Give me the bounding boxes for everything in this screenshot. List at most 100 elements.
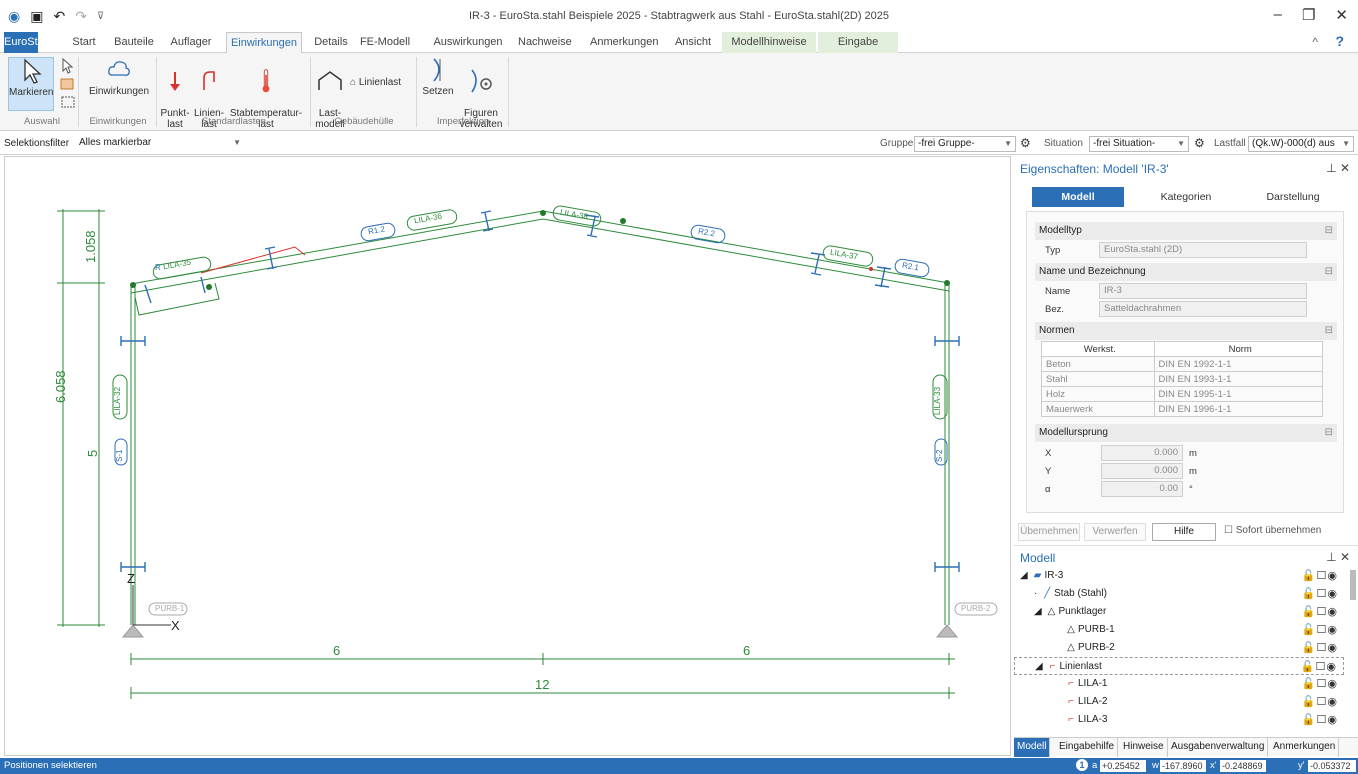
einwirkungen-button[interactable]: Einwirkungen [86,57,152,97]
table-row[interactable]: Beton DIN EN 1992-1-1 [1041,356,1323,372]
linienlast-gebaeude-button[interactable]: ⌂ Linienlast [350,77,410,88]
x-unit: m [1189,448,1197,459]
table-row[interactable]: Stahl DIN EN 1993-1-1 [1041,371,1323,387]
tree-item-lila2[interactable]: ⌐ LILA-2 🔓☐◉ [1014,693,1344,711]
tab-kategorien[interactable]: Kategorien [1146,187,1226,207]
select-mode-icons[interactable] [58,57,78,116]
uebernehmen-button[interactable]: Übernehmen [1018,523,1080,541]
btab-ausgabenverwaltung[interactable]: Ausgabenverwaltung [1168,738,1269,757]
tree-item-purb2[interactable]: △ PURB-2 🔓☐◉ [1014,639,1344,657]
collapse-icon[interactable]: ⊟ [1325,222,1333,240]
tree-scrollbar[interactable] [1350,570,1356,600]
hilfe-button[interactable]: Hilfe [1152,523,1216,541]
tab-anmerkungen[interactable]: Anmerkungen [590,32,659,53]
btab-hinweise[interactable]: Hinweise [1120,738,1168,757]
tab-auflager[interactable]: Auflager [168,32,214,53]
status-x-value: -0.248869 [1220,760,1266,772]
tree-item-lila3[interactable]: ⌐ LILA-3 🔓☐◉ [1014,711,1344,729]
sofort-uebernehmen-checkbox[interactable]: ☐ Sofort übernehmen [1224,525,1321,536]
tree-item-linienlast[interactable]: ◢ ⌐ Linienlast 🔓☐◉ [1014,657,1344,675]
visibility-icons[interactable]: 🔓☐◉ [1302,585,1338,603]
bez-field[interactable]: Satteldachrahmen [1099,301,1307,317]
status-text: Positionen selektieren [4,760,97,771]
verwerfen-button[interactable]: Verwerfen [1084,523,1146,541]
tree-item-ir3[interactable]: ◢ ▰ IR-3 🔓☐◉ [1014,567,1344,585]
tree-item-purb1[interactable]: △ PURB-1 🔓☐◉ [1014,621,1344,639]
tag-s-2[interactable]: S-2 [935,450,944,462]
tab-eurosta[interactable]: EuroSta [4,32,44,53]
tag-s-1[interactable]: S-1 [115,450,124,462]
visibility-icons[interactable]: 🔓☐◉ [1302,693,1338,711]
tag-lila-32[interactable]: LILA-32 [113,387,122,415]
tree-item-stab[interactable]: · ╱ Stab (Stahl) 🔓☐◉ [1014,585,1344,603]
close-button[interactable]: ✕ [1335,6,1348,24]
visibility-icons[interactable]: 🔓☐◉ [1302,603,1338,621]
info-icon[interactable]: 1 [1076,759,1088,771]
setzen-label: Setzen [422,86,454,97]
btab-anmerkungen[interactable]: Anmerkungen [1270,738,1340,757]
btab-modell[interactable]: Modell [1014,738,1051,757]
pin-icon[interactable]: ⊥ ✕ [1326,550,1350,564]
restore-button[interactable]: ❐ [1302,6,1315,24]
tab-modell[interactable]: Modell [1032,187,1124,207]
table-row[interactable]: Mauerwerk DIN EN 1996-1-1 [1041,401,1323,417]
tag-r[interactable]: R [155,263,161,272]
tab-bauteile[interactable]: Bauteile [112,32,156,53]
section-ursprung[interactable]: Modellursprung ⊟ [1035,424,1337,442]
tag-lila-33[interactable]: LILA-33 [933,387,942,415]
collapse-icon[interactable]: ⊟ [1325,322,1333,340]
tab-fe-modell[interactable]: FE-Modell [356,32,414,53]
tab-details[interactable]: Details [312,32,350,53]
y-field[interactable]: 0.000 [1101,463,1183,479]
situation-select[interactable]: -frei Situation- ▼ [1089,136,1189,152]
normen-cell: Beton [1041,356,1155,372]
gruppe-select[interactable]: -frei Gruppe- ▼ [914,136,1016,152]
situation-label: Situation [1044,138,1083,149]
right-rafter [542,210,950,284]
tag-purb-2[interactable]: PURB-2 [961,604,990,613]
tree-item-punktlager[interactable]: ◢ △ Punktlager 🔓☐◉ [1014,603,1344,621]
tab-eingabe[interactable]: Eingabe [818,32,898,53]
pin-icon[interactable]: ⊥ ✕ [1326,161,1350,175]
situation-settings-icon[interactable]: ⚙ [1194,136,1205,150]
gruppe-settings-icon[interactable]: ⚙ [1020,136,1031,150]
tab-auswirkungen[interactable]: Auswirkungen [432,32,504,53]
setzen-button[interactable]: Setzen [420,57,456,97]
collapse-icon[interactable]: ⊟ [1325,263,1333,281]
tree-item-label: Linienlast [1059,661,1102,672]
lastfall-select[interactable]: (Qk.W)-000(d) aus ▼ [1248,136,1354,152]
table-row[interactable]: Holz DIN EN 1995-1-1 [1041,386,1323,402]
axis-z-label: Z [127,571,135,586]
section-name[interactable]: Name und Bezeichnung ⊟ [1035,263,1337,281]
tab-start[interactable]: Start [68,32,100,53]
section-normen[interactable]: Normen ⊟ [1035,322,1337,340]
visibility-icons[interactable]: 🔓☐◉ [1301,658,1337,676]
markieren-button[interactable]: Markieren [8,57,54,111]
tree-item-lila1[interactable]: ⌐ LILA-1 🔓☐◉ [1014,675,1344,693]
tag-purb-1[interactable]: PURB-1 [155,604,184,613]
help-icon[interactable]: ? [1335,33,1344,49]
visibility-icons[interactable]: 🔓☐◉ [1302,567,1338,585]
group-einwirkungen: Einwirkungen [89,116,147,127]
visibility-icons[interactable]: 🔓☐◉ [1302,711,1338,729]
tree-item-label: IR-3 [1044,570,1064,581]
tab-einwirkungen[interactable]: Einwirkungen [226,32,302,54]
collapse-icon[interactable]: ⊟ [1325,424,1333,442]
drawing-canvas[interactable]: 6.058 1.058 5 6 6 12 Z X LILA-32 S-1 LIL… [4,156,1011,756]
alpha-field[interactable]: 0.00 [1101,481,1183,497]
x-field[interactable]: 0.000 [1101,445,1183,461]
tab-darstellung[interactable]: Darstellung [1248,187,1338,207]
btab-eingabehilfe[interactable]: Eingabehilfe [1056,738,1119,757]
tab-modellhinweise[interactable]: Modellhinweise [722,32,816,53]
visibility-icons[interactable]: 🔓☐◉ [1302,639,1338,657]
tab-nachweise[interactable]: Nachweise [518,32,572,53]
visibility-icons[interactable]: 🔓☐◉ [1302,675,1338,693]
frame-drawing[interactable] [5,157,1010,755]
section-modelltyp[interactable]: Modelltyp ⊟ [1035,222,1337,240]
minimize-button[interactable]: – [1274,6,1282,24]
visibility-icons[interactable]: 🔓☐◉ [1302,621,1338,639]
tab-ansicht[interactable]: Ansicht [672,32,714,53]
collapse-ribbon-button[interactable]: ^ [1312,35,1318,49]
selektionsfilter-select[interactable]: Alles markierbar ▼ [76,136,244,152]
name-field[interactable]: IR-3 [1099,283,1307,299]
